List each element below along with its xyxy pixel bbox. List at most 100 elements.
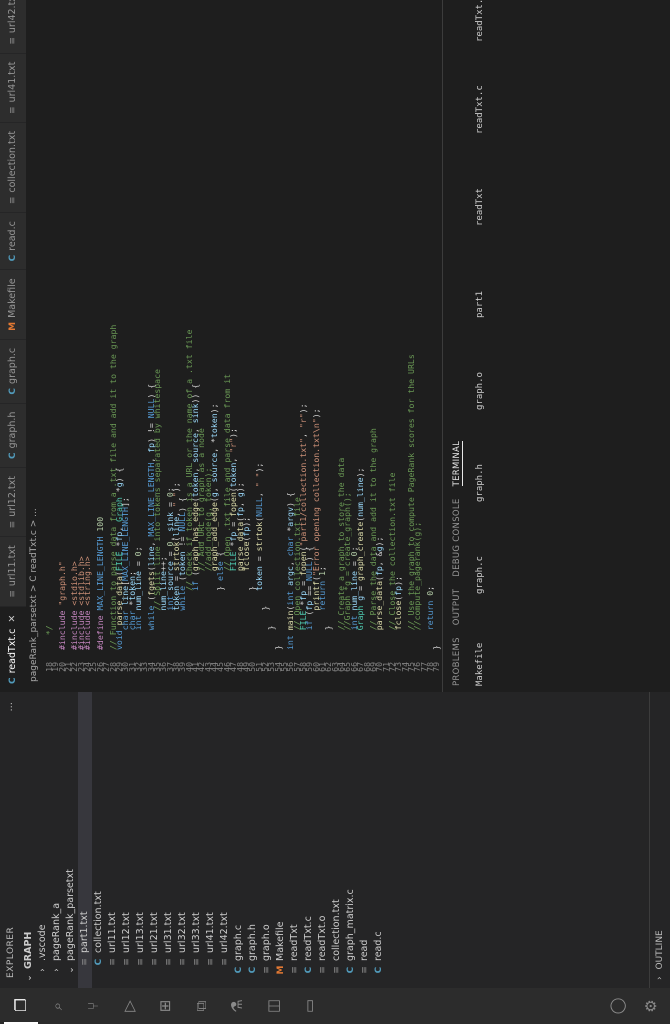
- panel-tab-problems[interactable]: PROBLEMS: [452, 637, 462, 686]
- tree-item[interactable]: ≡ url41.txt: [204, 672, 218, 988]
- tab-read-c[interactable]: Cread.c: [0, 212, 26, 270]
- text-file-icon: ≡: [8, 196, 18, 205]
- editor-tabs: CreadTxt.c✕≡url11.txt≡url12.txtCgraph.hC…: [0, 0, 26, 692]
- tree-item[interactable]: ≡ url21.txt: [148, 672, 162, 988]
- tree-item-label: GRAPH: [23, 931, 34, 969]
- tab-url11-txt[interactable]: ≡ url11.txt: [0, 536, 26, 606]
- text-file-icon: ≡: [318, 966, 328, 974]
- more-actions-icon[interactable]: ...: [4, 702, 15, 712]
- account-icon[interactable]: ◯: [600, 988, 634, 1024]
- code-line[interactable]: #include "graph.h": [57, 561, 67, 650]
- code-line[interactable]: #define MAX_LINE_LENGTH 100: [95, 517, 105, 650]
- tab-label: graph.c: [7, 347, 18, 384]
- breadcrumb[interactable]: pageRank_parsetxt > C readTxt.c > ...: [26, 0, 42, 692]
- code-line[interactable]: }: [323, 625, 333, 650]
- tree-item[interactable]: ⌄ GRAPH: [22, 688, 36, 988]
- run-debug-icon[interactable]: ▷: [112, 988, 146, 1024]
- tree-item[interactable]: › pageRank_a: [50, 680, 64, 988]
- c-file-icon: C: [8, 452, 18, 460]
- chevron-right-icon: ›: [52, 968, 62, 972]
- tree-item[interactable]: ≡ url31.txt: [162, 672, 176, 988]
- remote-icon[interactable]: ⧉: [184, 988, 218, 1024]
- tab-label: Makefile: [7, 278, 18, 318]
- panel-tab-terminal[interactable]: TERMINAL: [452, 440, 463, 487]
- terminal-file-entry: graph.o: [475, 372, 485, 410]
- tab-label: graph.h: [7, 411, 18, 449]
- panel-tab-debug-console[interactable]: DEBUG CONSOLE: [452, 498, 462, 576]
- tab-label: collection.txt: [7, 130, 18, 193]
- code-line[interactable]: }: [431, 645, 441, 650]
- code-line[interactable]: parse_data(fp, &g);: [374, 537, 384, 650]
- text-file-icon: ≡: [8, 590, 18, 598]
- code-line[interactable]: int num_line = 0;: [133, 546, 143, 650]
- text-file-icon: ≡: [290, 966, 300, 974]
- terminal-output[interactable]: Makefile graph.c graph.h graph.o part1 readTx…: [475, 0, 485, 686]
- tree-item-label: pageRank_a: [51, 902, 62, 961]
- tree-item-label: pageRank_parsetxt: [65, 869, 76, 961]
- tab-graph-c[interactable]: Cgraph.c: [0, 338, 26, 403]
- tree-item[interactable]: ≡ readTxt: [288, 680, 302, 988]
- code-line[interactable]: return 0;: [425, 586, 435, 650]
- tree-item[interactable]: ≡ collection.txt: [330, 680, 344, 988]
- code-line[interactable]: }: [273, 645, 283, 650]
- tree-item[interactable]: ≡ readTxt.o: [316, 680, 330, 988]
- tree-item[interactable]: ⌄ pageRank_parsetxt: [64, 680, 78, 988]
- text-file-icon: ≡: [136, 958, 146, 966]
- panel-tab-output[interactable]: OUTPUT: [452, 589, 462, 625]
- terminal-file-entry: readTxt: [475, 188, 485, 226]
- tree-item[interactable]: ≡ url33.txt: [190, 672, 204, 988]
- code-line[interactable]: //compute_pagerank(g);: [412, 522, 422, 650]
- tree-item[interactable]: ≡ part1.txt: [78, 672, 92, 988]
- tree-item[interactable]: Cgraph.c: [232, 680, 246, 988]
- tree-item-label: read.c: [373, 931, 384, 961]
- tree-item[interactable]: ≡ url42.txt: [218, 672, 232, 988]
- tab-url42-txt[interactable]: ≡ url42.txt: [0, 0, 26, 53]
- tree-item[interactable]: Ccollection.txt: [92, 672, 106, 988]
- settings-icon[interactable]: ⚙: [634, 988, 668, 1024]
- tree-item[interactable]: › .vscode: [36, 680, 50, 988]
- tab-graph-h[interactable]: Cgraph.h: [0, 402, 26, 468]
- close-icon[interactable]: ✕: [7, 615, 18, 623]
- outline-section[interactable]: › OUTLINE: [649, 692, 670, 988]
- tree-item[interactable]: ≡ read: [358, 680, 372, 988]
- tab-makefile[interactable]: M Makefile: [0, 269, 26, 339]
- text-file-icon: ≡: [220, 958, 230, 966]
- tab-readtxt-c[interactable]: CreadTxt.c ✕: [0, 605, 26, 692]
- code-editor[interactable]: 18 */19 20 #include "graph.h" 21 22 #include …: [42, 0, 442, 692]
- tab-collection-txt[interactable]: ≡ collection.txt: [0, 121, 26, 213]
- tree-item[interactable]: ≡ url13.txt: [134, 672, 148, 988]
- code-line[interactable]: Graph g = graph_create(num_line);: [355, 468, 365, 650]
- text-file-icon: ≡: [8, 37, 18, 45]
- tree-item[interactable]: Cread.c: [372, 680, 386, 988]
- code-line[interactable]: fclose(fp);: [393, 576, 403, 650]
- tree-item-label: url11.txt: [107, 912, 118, 953]
- tab-url12-txt[interactable]: ≡ url12.txt: [0, 467, 26, 537]
- tree-item[interactable]: ≡ graph.o: [260, 680, 274, 988]
- tab-url41-txt[interactable]: ≡ url41.txt: [0, 52, 26, 122]
- c-file-icon: C: [234, 966, 244, 974]
- tab-label: url42.txt: [7, 0, 18, 34]
- tree-item[interactable]: CreadTxt.c: [302, 680, 316, 988]
- source-control-icon[interactable]: ⑂: [76, 988, 110, 1024]
- tree-item-label: readTxt: [289, 924, 300, 961]
- tree-item[interactable]: M Makefile: [274, 680, 288, 988]
- code-line[interactable]: */: [44, 625, 54, 650]
- explorer-icon[interactable]: ❐: [4, 988, 38, 1024]
- account-alt-icon[interactable]: ◫: [256, 988, 290, 1024]
- tree-item-label: graph.h: [247, 924, 258, 961]
- tree-item[interactable]: Cgraph.h: [246, 680, 260, 988]
- tree-item[interactable]: ≡ url11.txt: [106, 672, 120, 988]
- tree-item[interactable]: Cgraph_matrix.c: [344, 680, 358, 988]
- code-line[interactable]: #include <string.h>: [82, 556, 92, 650]
- chevron-down-icon: ⌄: [24, 974, 34, 982]
- tree-item-label: url32.txt: [177, 912, 188, 953]
- terminal-icon[interactable]: ▭: [292, 988, 326, 1024]
- tree-item-label: graph.o: [261, 924, 272, 961]
- testing-icon[interactable]: ⚗: [220, 988, 254, 1024]
- tree-item[interactable]: ≡ url12.txt: [120, 672, 134, 988]
- explorer-title: EXPLORER: [6, 926, 16, 978]
- tree-item[interactable]: ≡ url32.txt: [176, 672, 190, 988]
- extensions-icon[interactable]: ⊞: [148, 988, 182, 1024]
- tab-label: read.c: [7, 221, 18, 251]
- search-icon[interactable]: ⌕: [40, 988, 74, 1024]
